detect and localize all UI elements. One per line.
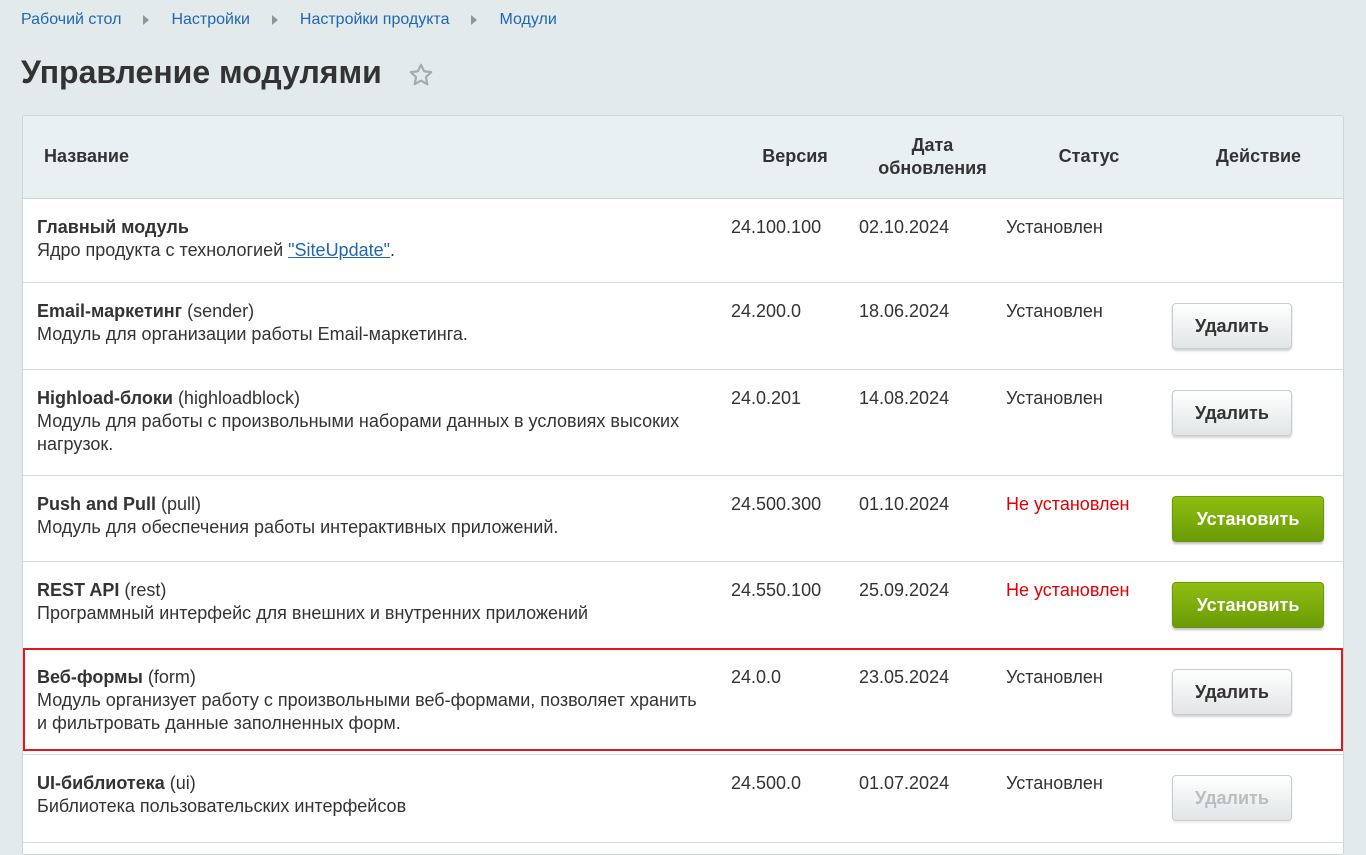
module-description: Модуль для организации работы Email-марк… — [37, 323, 468, 344]
module-description-end: . — [390, 239, 396, 260]
header-date-line1: Дата — [911, 134, 954, 155]
module-title: Push and Pull — [37, 493, 157, 514]
header-status[interactable]: Статус — [1006, 116, 1172, 198]
module-title: Главный модуль — [37, 216, 189, 237]
module-version: 24.100.100 — [731, 198, 859, 283]
module-title: REST API — [37, 579, 120, 600]
module-date: 18.06.2024 — [859, 282, 1006, 370]
module-name-cell: Highload-блоки (highloadblock) Модуль дл… — [23, 369, 731, 476]
module-status: Установлен — [1006, 198, 1172, 283]
breadcrumb-desktop[interactable]: Рабочий стол — [21, 11, 121, 29]
module-name-cell: Push and Pull (pull) Модуль для обеспече… — [23, 475, 731, 562]
module-name-cell: UI-библиотека (ui) Библиотека пользовате… — [23, 754, 731, 843]
delete-button[interactable]: Удалить — [1172, 389, 1292, 436]
module-description: Модуль для работы с произвольными набора… — [37, 410, 680, 454]
module-name-cell: Главный модуль Ядро продукта с технологи… — [23, 198, 731, 283]
module-code: (pull) — [156, 493, 202, 514]
module-version: 24.500.0 — [731, 754, 859, 843]
delete-button[interactable]: Удалить — [1172, 302, 1292, 349]
module-title: Highload-блоки — [37, 387, 173, 408]
module-description: Библиотека пользовательских интерфейсов — [37, 795, 407, 816]
module-date: 01.10.2024 — [859, 475, 1006, 562]
module-description: Модуль организует работу с произвольными… — [37, 689, 697, 733]
table-header-row: Название Версия Дата обновления Статус Д… — [23, 116, 1343, 198]
header-name[interactable]: Название — [23, 116, 731, 198]
table-row: Highload-блоки (highloadblock) Модуль дл… — [23, 369, 1343, 476]
table-row: Главный модуль Ядро продукта с технологи… — [23, 198, 1343, 283]
module-date: 14.08.2024 — [859, 369, 1006, 476]
module-code: (form) — [142, 666, 196, 687]
favorite-star-icon[interactable] — [408, 62, 434, 88]
header-action: Действие — [1215, 146, 1302, 167]
module-action-cell: Установить — [1172, 561, 1343, 649]
module-status: Не установлен — [1006, 561, 1172, 649]
breadcrumb-settings[interactable]: Настройки — [171, 11, 249, 29]
table-row: UI-библиотека (ui) Библиотека пользовате… — [23, 754, 1343, 843]
module-code: (rest) — [119, 579, 167, 600]
breadcrumb-modules[interactable]: Модули — [499, 11, 556, 29]
install-button[interactable]: Установить — [1172, 495, 1324, 542]
table-row: Веб-формы (form) Модуль организует работ… — [23, 648, 1343, 755]
module-title: UI-библиотека — [37, 772, 165, 793]
module-version: 24.550.100 — [731, 561, 859, 649]
module-name-cell: REST API (rest) Программный интерфейс дл… — [23, 561, 731, 649]
module-title: Веб-формы — [37, 666, 143, 687]
module-status: Установлен — [1006, 754, 1172, 843]
page-title: Управление модулями — [21, 54, 382, 90]
module-title: Email-маркетинг — [37, 300, 183, 321]
module-status: Установлен — [1006, 282, 1172, 370]
header-date[interactable]: Дата обновления — [859, 116, 1006, 198]
module-description: Модуль для обеспечения работы интерактив… — [37, 516, 559, 537]
module-description: Программный интерфейс для внешних и внут… — [37, 602, 589, 623]
module-action-cell: Удалить — [1172, 282, 1343, 370]
module-action-cell: Установить — [1172, 475, 1343, 562]
module-status: Установлен — [1006, 648, 1172, 755]
module-action-cell: Удалить — [1172, 754, 1343, 843]
breadcrumb: Рабочий стол Настройки Настройки продукт… — [21, 11, 557, 29]
module-date: 25.09.2024 — [859, 561, 1006, 649]
breadcrumb-product-settings[interactable]: Настройки продукта — [300, 11, 450, 29]
module-action-cell: Удалить — [1172, 648, 1343, 755]
module-date: 02.10.2024 — [859, 198, 1006, 283]
module-code: (ui) — [164, 772, 196, 793]
module-version: 24.200.0 — [731, 282, 859, 370]
module-code: (highloadblock) — [172, 387, 301, 408]
page-title-wrap: Управление модулями — [21, 54, 434, 91]
header-version[interactable]: Версия — [731, 116, 859, 198]
module-name-cell: Email-маркетинг (sender) Модуль для орга… — [23, 282, 731, 370]
module-date: 01.07.2024 — [859, 754, 1006, 843]
breadcrumb-separator-icon — [471, 15, 478, 25]
table-row: REST API (rest) Программный интерфейс дл… — [23, 561, 1343, 649]
module-version: 24.0.201 — [731, 369, 859, 476]
header-date-line2: обновления — [878, 157, 987, 178]
breadcrumb-separator-icon — [271, 15, 278, 25]
delete-button[interactable]: Удалить — [1172, 668, 1292, 715]
table-row: Email-маркетинг (sender) Модуль для орга… — [23, 282, 1343, 370]
breadcrumb-separator-icon — [143, 15, 150, 25]
module-status: Установлен — [1006, 369, 1172, 476]
module-action-cell — [1172, 198, 1343, 283]
module-version: 24.500.300 — [731, 475, 859, 562]
module-description-text: Ядро продукта с технологией — [37, 239, 289, 260]
module-name-cell: Веб-формы (form) Модуль организует работ… — [23, 648, 731, 755]
module-action-cell: Удалить — [1172, 369, 1343, 476]
module-status: Не установлен — [1006, 475, 1172, 562]
module-description: Ядро продукта с технологией "SiteUpdate"… — [37, 239, 701, 262]
modules-table: Название Версия Дата обновления Статус Д… — [22, 115, 1344, 855]
module-date: 23.05.2024 — [859, 648, 1006, 755]
siteupdate-link[interactable]: "SiteUpdate" — [288, 240, 390, 260]
install-button[interactable]: Установить — [1172, 581, 1324, 628]
table-row: Push and Pull (pull) Модуль для обеспече… — [23, 475, 1343, 562]
module-version: 24.0.0 — [731, 648, 859, 755]
delete-button-disabled: Удалить — [1172, 774, 1292, 821]
module-code: (sender) — [182, 300, 255, 321]
